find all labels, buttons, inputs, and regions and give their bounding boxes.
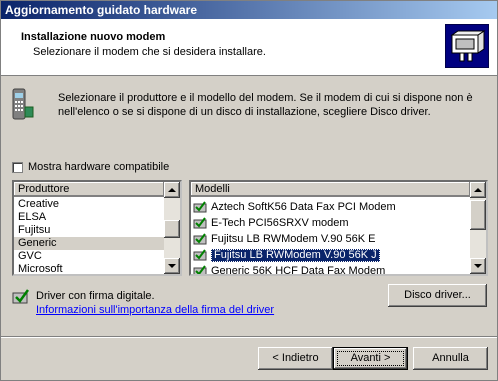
list-item[interactable]: Microsoft [14, 263, 180, 274]
arrow-up-icon [168, 188, 176, 192]
list-item-selected[interactable]: Fujitsu LB RWModem V.90 56K J [191, 247, 486, 263]
arrow-down-icon [168, 264, 176, 268]
list-item[interactable]: ELSA [14, 211, 180, 224]
scroll-thumb[interactable] [164, 220, 180, 238]
signed-driver-icon [193, 201, 207, 213]
scroll-up-button[interactable] [164, 182, 180, 198]
list-item[interactable]: Creative [14, 198, 180, 211]
focus-rectangle [337, 351, 404, 366]
list-item[interactable]: GVC [14, 250, 180, 263]
arrow-down-icon [474, 264, 482, 268]
list-item[interactable]: Fujitsu [14, 224, 180, 237]
list-item[interactable]: Generic 56K HCF Data Fax Modem [191, 263, 486, 276]
models-scrollbar[interactable] [470, 182, 486, 274]
manufacturer-list[interactable]: Produttore Creative ELSA Fujitsu Generic… [12, 180, 182, 276]
signed-driver-icon [193, 265, 207, 274]
signed-driver-icon [193, 249, 207, 261]
model-name: Fujitsu LB RWModem V.90 56K E [211, 233, 376, 245]
manufacturer-scrollbar[interactable] [164, 182, 180, 274]
wizard-header: Installazione nuovo modem Selezionare il… [1, 19, 497, 76]
phone-modem-icon [9, 87, 35, 123]
scroll-up-button[interactable] [470, 182, 486, 198]
signed-driver-icon [193, 233, 207, 245]
hardware-wizard-icon [445, 24, 489, 68]
models-list[interactable]: Modelli Aztech SoftK56 Data Fax PCI Mode… [189, 180, 488, 276]
disk-driver-button[interactable]: Disco driver... [388, 284, 487, 307]
scroll-thumb[interactable] [470, 200, 486, 230]
back-button[interactable]: < Indietro [258, 347, 333, 370]
scroll-down-button[interactable] [164, 258, 180, 274]
model-name: Generic 56K HCF Data Fax Modem [211, 265, 386, 276]
wizard-window: Aggiornamento guidato hardware Installaz… [0, 0, 498, 381]
compatible-hardware-checkbox[interactable] [12, 161, 23, 173]
instructions-text: Selezionare il produttore e il modello d… [58, 92, 473, 118]
next-button[interactable]: Avanti > [333, 347, 408, 370]
signature-status-row: Driver con firma digitale. [12, 288, 155, 304]
footer-separator [1, 336, 497, 338]
window-title: Aggiornamento guidato hardware [5, 3, 198, 17]
arrow-up-icon [474, 188, 482, 192]
title-bar[interactable]: Aggiornamento guidato hardware [1, 1, 497, 19]
model-name: Aztech SoftK56 Data Fax PCI Modem [211, 201, 396, 213]
driver-signing-info-link[interactable]: Informazioni sull'importanza della firma… [36, 304, 274, 316]
list-item[interactable]: Aztech SoftK56 Data Fax PCI Modem [191, 199, 486, 215]
manufacturer-column-header[interactable]: Produttore [14, 182, 164, 197]
scroll-down-button[interactable] [470, 258, 486, 274]
list-item[interactable]: E-Tech PCI56SRXV modem [191, 215, 486, 231]
signed-driver-icon [193, 217, 207, 229]
signature-status-text: Driver con firma digitale. [36, 290, 155, 302]
compatible-hardware-label: Mostra hardware compatibile [28, 161, 170, 173]
header-title: Installazione nuovo modem [21, 31, 166, 43]
header-subtitle: Selezionare il modem che si desidera ins… [33, 46, 266, 58]
model-name: Fujitsu LB RWModem V.90 56K J [211, 248, 380, 262]
cancel-button[interactable]: Annulla [413, 347, 488, 370]
models-column-header[interactable]: Modelli [191, 182, 470, 197]
list-item[interactable]: Fujitsu LB RWModem V.90 56K E [191, 231, 486, 247]
signed-driver-icon [12, 289, 30, 304]
compatible-hardware-row[interactable]: Mostra hardware compatibile [12, 160, 169, 174]
list-item-selected[interactable]: Generic [14, 237, 180, 250]
model-name: E-Tech PCI56SRXV modem [211, 217, 349, 229]
